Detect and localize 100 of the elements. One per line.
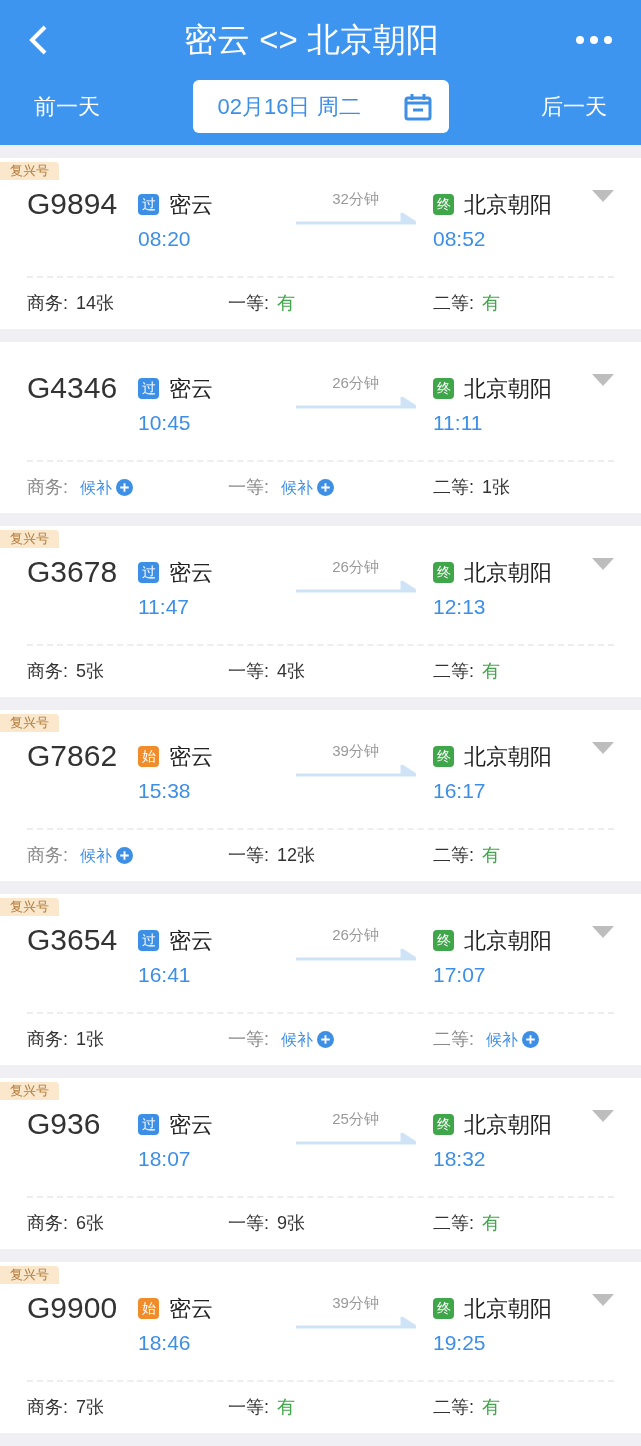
plus-icon xyxy=(116,847,133,864)
station-tag: 终 xyxy=(433,1113,454,1135)
train-type-badge: 复兴号 xyxy=(0,162,59,180)
arrival-time: 16:17 xyxy=(433,778,487,804)
seat-count: 12张 xyxy=(277,844,316,867)
departure-station: 密云 xyxy=(169,926,213,955)
arrival-time: 12:13 xyxy=(433,594,487,620)
arrival-station: 北京朝阳 xyxy=(464,190,552,219)
seat-class-label: 一等: xyxy=(228,844,269,867)
seat-count: 1张 xyxy=(482,476,511,499)
back-icon[interactable] xyxy=(28,25,48,55)
more-icon[interactable] xyxy=(575,35,613,45)
seat-available: 有 xyxy=(482,844,500,867)
seat-class-label: 二等: xyxy=(433,1212,474,1235)
seat-available: 有 xyxy=(277,1396,295,1419)
plus-icon xyxy=(522,1031,539,1048)
seat-class-label: 一等: xyxy=(228,660,269,683)
train-number: G3678 xyxy=(27,554,119,590)
train-card[interactable]: 复兴号 G7862 始 密云 15:38 39分钟 终 北京朝阳 16:17 商务: 候补 一等: 12张 二等: 有 xyxy=(0,710,641,881)
arrow-icon xyxy=(295,1132,416,1147)
caret-icon xyxy=(592,1294,614,1306)
duration-label: 39分钟 xyxy=(332,1293,379,1313)
train-type-badge: 复兴号 xyxy=(0,1266,59,1284)
departure-time: 15:38 xyxy=(138,778,192,804)
train-card[interactable]: G4346 过 密云 10:45 26分钟 终 北京朝阳 11:11 商务: 候补 一等: 候补 二等: 1张 xyxy=(0,342,641,513)
train-type-badge: 复兴号 xyxy=(0,530,59,548)
arrow-icon xyxy=(295,948,416,963)
duration-label: 26分钟 xyxy=(332,925,379,945)
seat-available: 有 xyxy=(482,1212,500,1235)
station-tag: 终 xyxy=(433,1297,454,1319)
plus-icon xyxy=(317,1031,334,1048)
station-tag: 始 xyxy=(138,745,159,767)
arrival-station: 北京朝阳 xyxy=(464,1294,552,1323)
seat-count: 6张 xyxy=(76,1212,105,1235)
departure-station: 密云 xyxy=(169,190,213,219)
arrow-icon xyxy=(295,212,416,227)
arrival-time: 18:32 xyxy=(433,1146,487,1172)
caret-icon xyxy=(592,190,614,202)
seat-available: 有 xyxy=(482,660,500,683)
departure-station: 密云 xyxy=(169,742,213,771)
arrival-station: 北京朝阳 xyxy=(464,1110,552,1139)
train-number: G4346 xyxy=(27,370,119,406)
duration-label: 26分钟 xyxy=(332,557,379,577)
previous-day-button[interactable]: 前一天 xyxy=(34,90,100,123)
waitlist-button[interactable]: 候补 xyxy=(486,1027,539,1052)
seat-class-label: 二等: xyxy=(433,1028,474,1051)
arrival-time: 08:52 xyxy=(433,226,487,252)
station-tag: 过 xyxy=(138,377,159,399)
seat-available: 有 xyxy=(482,1396,500,1419)
next-day-button[interactable]: 后一天 xyxy=(541,90,607,123)
train-card[interactable]: 复兴号 G9900 始 密云 18:46 39分钟 终 北京朝阳 19:25 商务: 7张 一等: 有 二等: 有 xyxy=(0,1262,641,1433)
seat-class-label: 一等: xyxy=(228,1396,269,1419)
caret-icon xyxy=(592,926,614,938)
arrival-time: 11:11 xyxy=(433,410,484,436)
calendar-icon xyxy=(403,92,432,121)
train-card[interactable]: 复兴号 G936 过 密云 18:07 25分钟 终 北京朝阳 18:32 商务: 6张 一等: 9张 二等: 有 xyxy=(0,1078,641,1249)
arrow-icon xyxy=(295,580,416,595)
duration-label: 25分钟 xyxy=(332,1109,379,1129)
seat-class-label: 商务: xyxy=(27,844,68,867)
train-card[interactable]: 复兴号 G3654 过 密云 16:41 26分钟 终 北京朝阳 17:07 商务: 1张 一等: 候补 二等: 候补 xyxy=(0,894,641,1065)
waitlist-button[interactable]: 候补 xyxy=(80,475,133,500)
waitlist-button[interactable]: 候补 xyxy=(281,1027,334,1052)
train-card[interactable]: 复兴号 G3678 过 密云 11:47 26分钟 终 北京朝阳 12:13 商务: 5张 一等: 4张 二等: 有 xyxy=(0,526,641,697)
station-tag: 过 xyxy=(138,561,159,583)
date-picker[interactable]: 02月16日 周二 xyxy=(192,80,449,133)
station-tag: 终 xyxy=(433,561,454,583)
seat-count: 4张 xyxy=(277,660,306,683)
train-number: G936 xyxy=(27,1106,102,1142)
seat-available: 有 xyxy=(277,292,295,315)
train-number: G7862 xyxy=(27,738,119,774)
seat-available: 有 xyxy=(482,292,500,315)
seat-count: 14张 xyxy=(76,292,115,315)
waitlist-button[interactable]: 候补 xyxy=(281,475,334,500)
train-type-badge: 复兴号 xyxy=(0,714,59,732)
seat-class-label: 二等: xyxy=(433,292,474,315)
station-tag: 终 xyxy=(433,193,454,215)
seat-class-label: 商务: xyxy=(27,660,68,683)
arrival-time: 19:25 xyxy=(433,1330,487,1356)
route-title: 密云 <> 北京朝阳 xyxy=(184,20,439,61)
seat-class-label: 商务: xyxy=(27,1396,68,1419)
station-tag: 终 xyxy=(433,929,454,951)
seat-class-label: 一等: xyxy=(228,1028,269,1051)
departure-time: 18:07 xyxy=(138,1146,192,1172)
departure-time: 18:46 xyxy=(138,1330,192,1356)
arrow-icon xyxy=(295,396,416,411)
duration-label: 32分钟 xyxy=(332,189,379,209)
arrow-icon xyxy=(295,764,416,779)
seat-class-label: 商务: xyxy=(27,1212,68,1235)
departure-time: 16:41 xyxy=(138,962,192,988)
train-card[interactable]: 复兴号 G9894 过 密云 08:20 32分钟 终 北京朝阳 08:52 商务: 14张 一等: 有 二等: 有 xyxy=(0,158,641,329)
departure-time: 11:47 xyxy=(138,594,190,620)
seat-class-label: 商务: xyxy=(27,1028,68,1051)
seat-class-label: 商务: xyxy=(27,292,68,315)
seat-count: 5张 xyxy=(76,660,105,683)
train-number: G3654 xyxy=(27,922,119,958)
waitlist-button[interactable]: 候补 xyxy=(80,843,133,868)
arrival-station: 北京朝阳 xyxy=(464,374,552,403)
departure-station: 密云 xyxy=(169,558,213,587)
departure-time: 08:20 xyxy=(138,226,192,252)
seat-count: 7张 xyxy=(76,1396,105,1419)
